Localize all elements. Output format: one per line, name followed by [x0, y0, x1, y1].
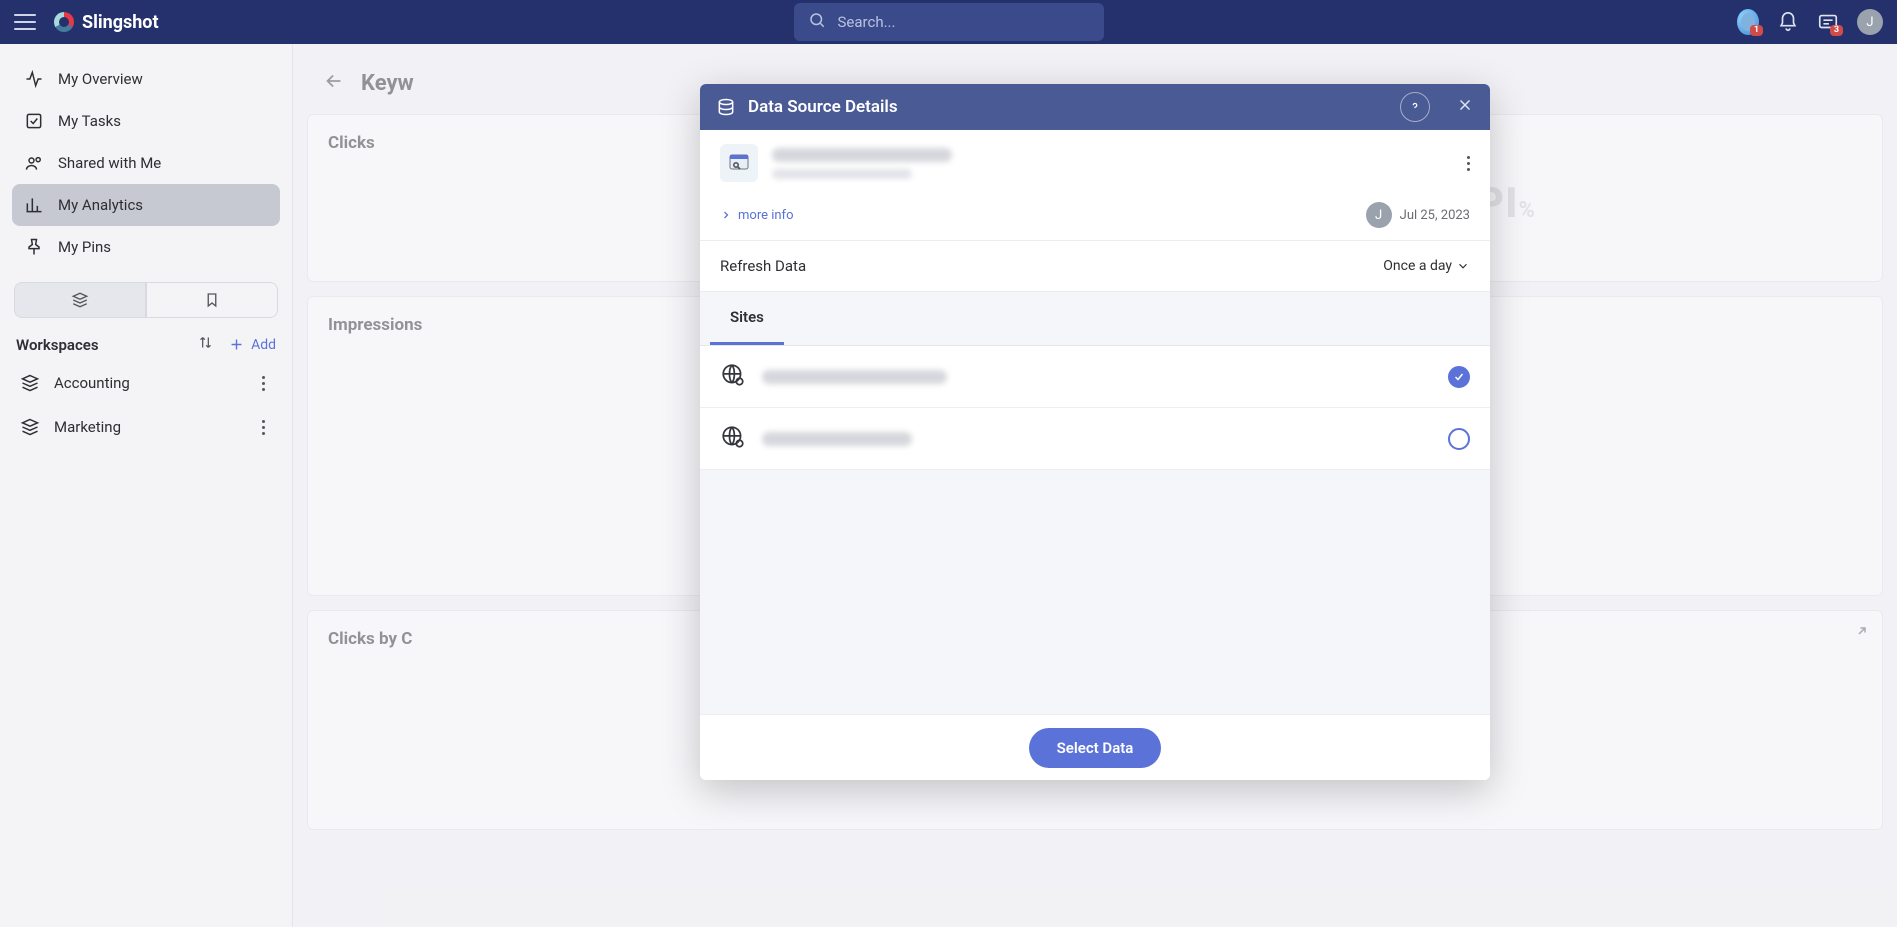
modal-header: Data Source Details	[700, 84, 1490, 130]
activity-icon	[24, 69, 44, 89]
view-bookmark-button[interactable]	[146, 282, 278, 318]
messages-badge: 3	[1830, 25, 1843, 36]
profile-avatar-badge[interactable]: 1	[1737, 11, 1759, 33]
site-name-redacted	[762, 432, 912, 446]
site-selected-indicator[interactable]	[1448, 428, 1470, 450]
stack-icon	[20, 373, 40, 393]
sidebar-item-overview[interactable]: My Overview	[12, 58, 280, 100]
check-icon	[1453, 371, 1465, 383]
sort-button[interactable]	[197, 334, 214, 355]
author-avatar: J	[1366, 202, 1392, 228]
app-logo[interactable]: Slingshot	[54, 12, 159, 33]
check-square-icon	[24, 111, 44, 131]
refresh-label: Refresh Data	[720, 257, 806, 275]
workspace-menu-button[interactable]	[254, 374, 272, 392]
sidebar-item-tasks[interactable]: My Tasks	[12, 100, 280, 142]
logo-mark-icon	[54, 12, 74, 32]
workspace-label: Accounting	[54, 374, 130, 392]
help-icon	[1408, 100, 1422, 114]
view-stack-button[interactable]	[14, 282, 146, 318]
site-item[interactable]	[700, 408, 1490, 470]
more-info-toggle[interactable]: more info	[720, 208, 794, 223]
tab-sites[interactable]: Sites	[710, 292, 784, 345]
account-menu-button[interactable]	[1467, 156, 1470, 171]
sidebar-item-analytics[interactable]: My Analytics	[12, 184, 280, 226]
search-input[interactable]	[838, 13, 1090, 31]
stack-icon	[71, 291, 89, 309]
account-row	[700, 130, 1490, 196]
refresh-value: Once a day	[1383, 258, 1452, 274]
add-label: Add	[251, 337, 276, 353]
chevron-down-icon	[1456, 259, 1470, 273]
sites-list	[700, 346, 1490, 714]
add-workspace-button[interactable]: Add	[228, 336, 276, 353]
global-search[interactable]	[794, 3, 1104, 41]
workspace-item-marketing[interactable]: Marketing	[12, 405, 280, 449]
topbar: Slingshot 1 3 J	[0, 0, 1897, 44]
close-button[interactable]	[1456, 96, 1474, 118]
notifications-button[interactable]	[1777, 11, 1799, 33]
globe-icon	[720, 362, 746, 392]
bookmark-icon	[203, 291, 221, 309]
globe-icon	[720, 424, 746, 454]
search-icon	[808, 11, 826, 33]
menu-toggle-button[interactable]	[14, 14, 36, 30]
kebab-icon	[262, 376, 265, 391]
sidebar-item-label: My Analytics	[58, 196, 143, 214]
site-name-redacted	[762, 370, 947, 384]
workspaces-heading: Workspaces	[16, 336, 99, 354]
more-info-label: more info	[738, 208, 794, 223]
sidebar-item-label: My Pins	[58, 238, 111, 256]
account-name-redacted	[772, 148, 952, 162]
data-source-modal: Data Source Details more info	[700, 84, 1490, 780]
workspace-item-accounting[interactable]: Accounting	[12, 361, 280, 405]
modal-footer: Select Data	[700, 714, 1490, 780]
chevron-right-icon	[720, 209, 732, 221]
info-row: more info J Jul 25, 2023	[700, 196, 1490, 241]
site-item[interactable]	[700, 346, 1490, 408]
app-name: Slingshot	[82, 12, 159, 33]
site-selected-indicator[interactable]	[1448, 366, 1470, 388]
sidebar-item-pins[interactable]: My Pins	[12, 226, 280, 268]
messages-button[interactable]: 3	[1817, 11, 1839, 33]
select-data-button[interactable]: Select Data	[1029, 728, 1162, 768]
sidebar-item-label: My Tasks	[58, 112, 121, 130]
refresh-dropdown[interactable]: Once a day	[1383, 258, 1470, 274]
stack-icon	[20, 417, 40, 437]
support-badge: 1	[1750, 25, 1763, 36]
sort-icon	[197, 334, 214, 351]
pin-icon	[24, 237, 44, 257]
refresh-row: Refresh Data Once a day	[700, 241, 1490, 292]
main-content: Keyw Clicks Average Position KPI% Impres…	[293, 44, 1897, 927]
users-icon	[24, 153, 44, 173]
created-date: Jul 25, 2023	[1400, 208, 1470, 223]
sidebar-view-toggle	[14, 282, 278, 318]
sidebar-item-label: My Overview	[58, 70, 143, 88]
help-button[interactable]	[1400, 92, 1430, 122]
plus-icon	[228, 336, 245, 353]
modal-tabs: Sites	[700, 292, 1490, 346]
workspace-menu-button[interactable]	[254, 418, 272, 436]
sidebar-item-label: Shared with Me	[58, 154, 161, 172]
search-console-icon	[720, 144, 758, 182]
sidebar: My Overview My Tasks Shared with Me My A…	[0, 44, 293, 927]
modal-title: Data Source Details	[748, 97, 898, 117]
close-icon	[1456, 96, 1474, 114]
workspace-label: Marketing	[54, 418, 121, 436]
kebab-icon	[1467, 156, 1470, 171]
account-email-redacted	[772, 169, 912, 179]
chart-icon	[24, 195, 44, 215]
sidebar-item-shared[interactable]: Shared with Me	[12, 142, 280, 184]
kebab-icon	[262, 420, 265, 435]
user-avatar[interactable]: J	[1857, 9, 1883, 35]
database-icon	[716, 97, 736, 117]
